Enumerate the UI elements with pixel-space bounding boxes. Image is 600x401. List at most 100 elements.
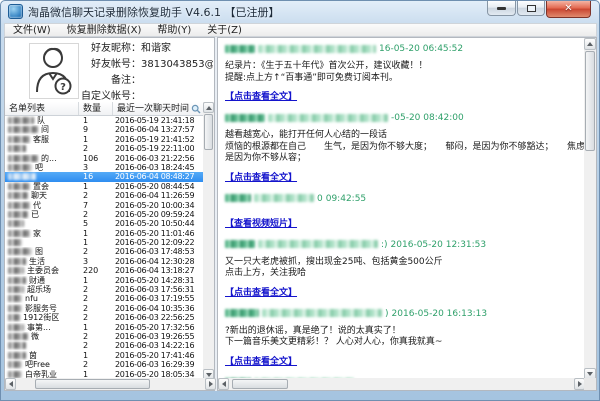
table-row[interactable]: 家12016-05-20 11:01:46 [5, 229, 205, 238]
menu-item-file[interactable]: 文件(W) [5, 24, 59, 37]
contact-name-text: 已 [31, 210, 39, 219]
scroll-up-button[interactable] [584, 38, 596, 50]
contact-name-cell: 家 [5, 229, 79, 238]
table-row[interactable]: 茵12016-05-20 17:41:46 [5, 351, 205, 360]
censored-name [8, 155, 38, 162]
censored-name [8, 342, 26, 349]
contact-panel: ? 好友昵称：和谐家好友帐号：3813043853@chatroom备注：自定义… [4, 37, 215, 391]
table-row[interactable]: 162016-06-04 08:48:27 [5, 172, 205, 181]
contact-name-text: 家 [33, 229, 41, 238]
view-full-text-link[interactable]: 【点击查看全文】 [225, 172, 297, 184]
menu-item-recover-deleted-data[interactable]: 恢复删除数据(X) [59, 24, 150, 37]
table-row[interactable]: 聊天22016-06-04 11:26:59 [5, 191, 205, 200]
censored-name [8, 361, 22, 368]
table-row[interactable]: 已22016-05-20 09:59:24 [5, 210, 205, 219]
column-header-name[interactable]: 名单列表 [5, 102, 79, 115]
contact-name-cell: nfu [5, 294, 79, 303]
arrow-right-icon [578, 381, 582, 387]
message-text-line: 纪录片：《生于五十年代》首次公开，建议收藏！！ [225, 61, 581, 73]
friend-info-value: 3813043853@chatroom [141, 57, 213, 73]
contact-name-text: 图 [35, 247, 43, 256]
table-row[interactable]: 吧Free22016-06-03 16:29:39 [5, 360, 205, 369]
censored-name [8, 211, 28, 218]
table-row[interactable]: 队12016-05-19 21:41:18 [5, 116, 205, 125]
table-row[interactable]: 的... 1062016-06-03 21:22:56 [5, 154, 205, 163]
scroll-left-button[interactable] [218, 378, 229, 390]
scrollbar-thumb[interactable] [35, 379, 150, 389]
contact-name-text: 的... [41, 154, 57, 163]
contact-count-cell: 1 [79, 229, 113, 238]
close-button[interactable]: ✕ [546, 1, 591, 18]
menu-item-help[interactable]: 帮助(Y) [149, 24, 199, 37]
table-row[interactable]: 吧32016-06-03 18:24:45 [5, 163, 205, 172]
message-vertical-scrollbar[interactable] [584, 38, 596, 380]
contact-time-cell: 2016-05-19 21:41:18 [113, 116, 205, 125]
table-row[interactable]: 22016-05-19 22:11:00 [5, 144, 205, 153]
table-row[interactable]: 财通12016-05-20 14:28:31 [5, 276, 205, 285]
message: -05-20 08:42:00越看越宽心，能打开任何人心结的一段话烦恼的根源都在… [225, 112, 581, 184]
contact-count-cell: 7 [79, 201, 113, 210]
contact-time-cell: 2016-06-03 22:56:25 [113, 313, 205, 322]
view-full-text-link[interactable]: 【点击查看全文】 [225, 91, 297, 103]
contact-name-text: 吧 [35, 163, 43, 172]
contact-vertical-scrollbar[interactable] [203, 102, 214, 380]
client-area: ? 好友昵称：和谐家好友帐号：3813043853@chatroom备注：自定义… [4, 37, 597, 391]
table-row[interactable]: 1912街区22016-06-03 22:56:25 [5, 313, 205, 322]
friend-info: ? 好友昵称：和谐家好友帐号：3813043853@chatroom备注：自定义… [5, 38, 214, 102]
contact-name-cell: 队 [5, 116, 79, 125]
menu-item-about[interactable]: 关于(Z) [199, 24, 250, 37]
contact-count-cell: 2 [79, 191, 113, 200]
table-row[interactable]: nfu22016-06-03 17:19:55 [5, 294, 205, 303]
view-full-text-link[interactable]: 【点击查看全文】 [225, 287, 297, 299]
arrow-left-icon [9, 381, 13, 387]
maximize-button[interactable] [517, 1, 545, 16]
contact-time-cell: 2016-06-03 14:22:16 [113, 341, 205, 350]
contact-time-cell: 2016-05-20 14:28:31 [113, 276, 205, 285]
scroll-left-button[interactable] [5, 378, 16, 390]
table-row[interactable]: 主委员会2202016-06-04 13:18:27 [5, 266, 205, 275]
column-header-time[interactable]: 最近一次聊天时间 [113, 102, 205, 115]
contact-name-cell [5, 172, 79, 181]
friend-fields: 好友昵称：和谐家好友帐号：3813043853@chatroom备注：自定义帐号… [79, 41, 213, 105]
table-row[interactable]: 生活32016-06-04 12:30:28 [5, 257, 205, 266]
column-header-count[interactable]: 数量 [79, 102, 113, 115]
table-row[interactable]: 间92016-06-04 13:27:57 [5, 125, 205, 134]
contact-name-text: 聊天 [31, 191, 47, 200]
default-avatar-icon: ? [30, 44, 76, 96]
message-list: 16-05-20 06:45:52 纪录片：《生于五十年代》首次公开，建议收藏！！… [218, 38, 585, 380]
contact-time-cell: 2016-06-03 21:22:56 [113, 154, 205, 163]
scrollbar-thumb[interactable] [204, 114, 213, 150]
title-bar[interactable]: 淘晶微信聊天记录删除恢复助手 V4.6.1 【已注册】 ✕ [1, 1, 599, 22]
table-row[interactable]: 影服务号22016-06-04 10:35:36 [5, 304, 205, 313]
scroll-up-button[interactable] [203, 102, 214, 113]
table-row[interactable]: 12016-05-20 12:09:22 [5, 238, 205, 247]
friend-info-row: 备注： [79, 73, 213, 89]
scrollbar-thumb[interactable] [232, 379, 288, 389]
table-row[interactable]: 微22016-06-03 19:26:55 [5, 332, 205, 341]
table-row[interactable]: 超乐场22016-06-03 17:56:31 [5, 285, 205, 294]
minimize-button[interactable] [487, 1, 516, 16]
table-row[interactable]: 代72016-05-20 10:00:34 [5, 201, 205, 210]
table-row[interactable]: 事第...12016-05-20 17:32:56 [5, 323, 205, 332]
censored-name [8, 371, 22, 378]
message-horizontal-scrollbar[interactable] [218, 378, 585, 390]
view-full-text-link[interactable]: 【点击查看全文】 [225, 356, 297, 368]
contact-count-cell: 2 [79, 304, 113, 313]
view-video-link[interactable]: 【查看视频短片】 [225, 218, 297, 230]
contact-count-cell: 220 [79, 266, 113, 275]
contact-horizontal-scrollbar[interactable] [5, 378, 216, 390]
censored-name [8, 305, 22, 312]
friend-info-row: 好友昵称：和谐家 [79, 41, 213, 57]
contact-name-cell: 客服 [5, 135, 79, 144]
table-row[interactable]: 客服12016-05-19 21:41:52 [5, 135, 205, 144]
table-row[interactable]: 52016-05-20 10:50:44 [5, 219, 205, 228]
message-text-line: 提醒:点上方↑“百事通”即可免费订阅本刊。 [225, 73, 581, 85]
message-header: 16-05-20 06:45:52 [225, 43, 581, 55]
scroll-right-button[interactable] [205, 378, 216, 390]
friend-info-value: 和谐家 [141, 41, 213, 57]
table-row[interactable]: 22016-06-03 14:22:16 [5, 341, 205, 350]
scrollbar-thumb[interactable] [585, 51, 595, 151]
table-row[interactable]: 图22016-06-03 17:48:53 [5, 247, 205, 256]
contact-count-cell: 106 [79, 154, 113, 163]
table-row[interactable]: 置会12016-05-20 08:44:54 [5, 182, 205, 191]
